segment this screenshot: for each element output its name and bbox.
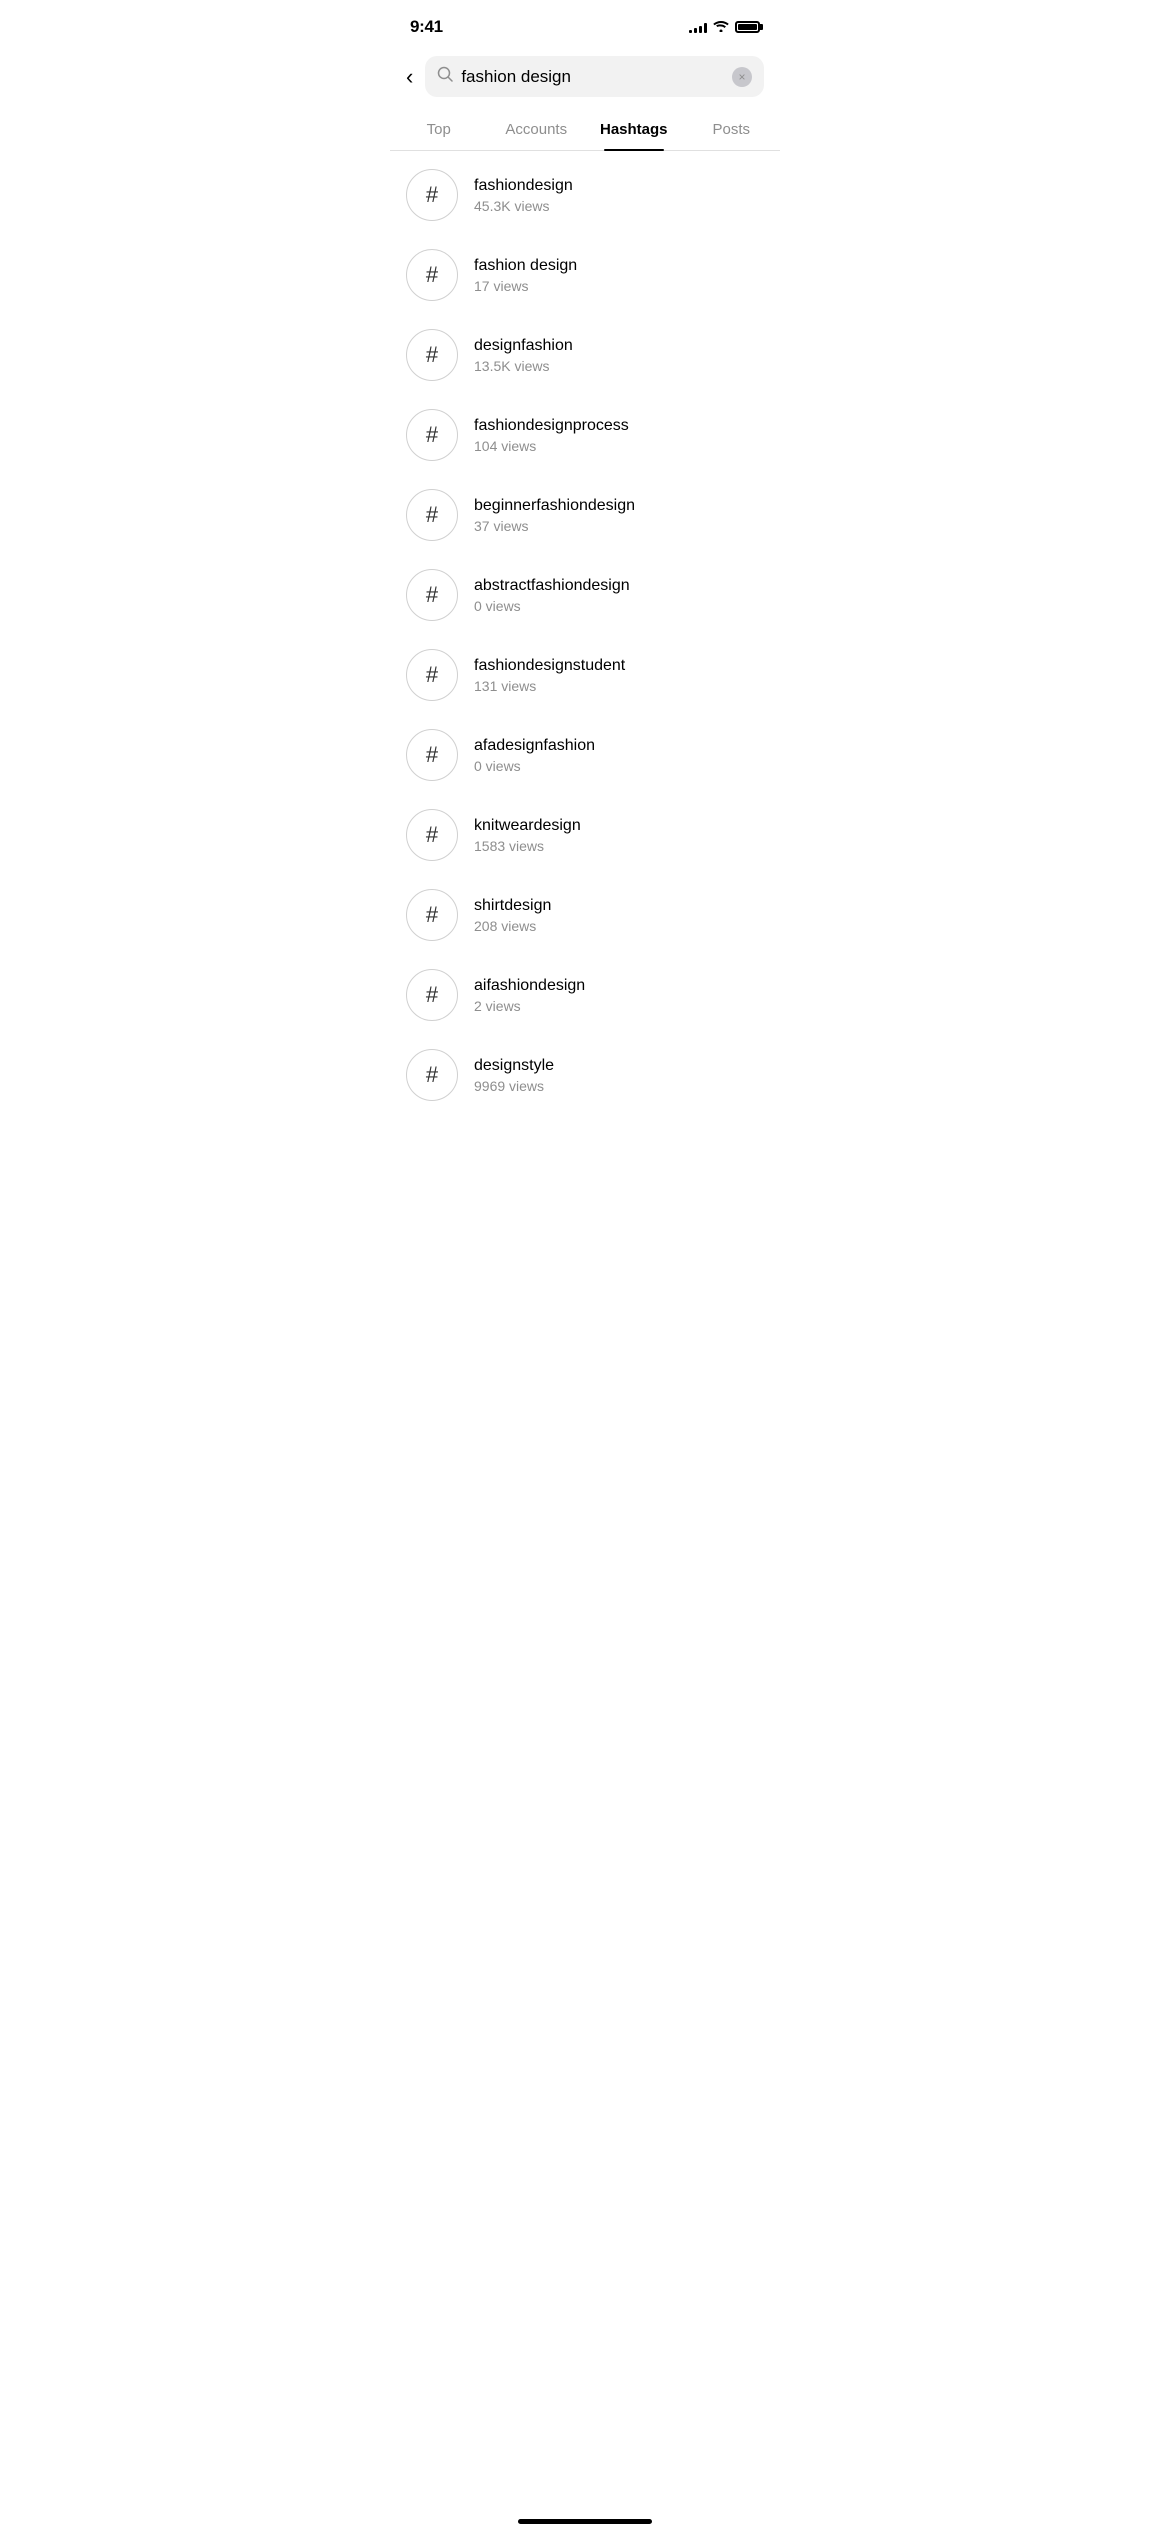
hashtag-views: 2 views	[474, 998, 764, 1014]
hashtag-item[interactable]: # shirtdesign 208 views	[390, 875, 780, 955]
hashtag-item[interactable]: # designstyle 9969 views	[390, 1035, 780, 1115]
hashtag-info: beginnerfashiondesign 37 views	[474, 497, 764, 534]
hashtag-views: 1583 views	[474, 838, 764, 854]
tab-accounts[interactable]: Accounts	[488, 109, 586, 150]
hashtag-icon: #	[406, 809, 458, 861]
status-time: 9:41	[410, 17, 443, 37]
hashtag-icon: #	[406, 169, 458, 221]
hashtag-name: aifashiondesign	[474, 977, 764, 995]
status-icons	[689, 19, 760, 35]
hashtag-info: aifashiondesign 2 views	[474, 977, 764, 1014]
hashtag-info: designfashion 13.5K views	[474, 337, 764, 374]
search-tabs: Top Accounts Hashtags Posts	[390, 109, 780, 151]
tab-posts[interactable]: Posts	[683, 109, 781, 150]
hashtag-views: 0 views	[474, 598, 764, 614]
hashtag-views: 37 views	[474, 518, 764, 534]
hashtag-item[interactable]: # beginnerfashiondesign 37 views	[390, 475, 780, 555]
hashtag-name: designfashion	[474, 337, 764, 355]
hashtag-item[interactable]: # fashiondesignstudent 131 views	[390, 635, 780, 715]
hashtag-item[interactable]: # designfashion 13.5K views	[390, 315, 780, 395]
hashtag-name: afadesignfashion	[474, 737, 764, 755]
search-container: ‹ fashion design ×	[390, 48, 780, 109]
hashtag-name: designstyle	[474, 1057, 764, 1075]
hashtag-info: afadesignfashion 0 views	[474, 737, 764, 774]
hashtag-item[interactable]: # fashiondesignprocess 104 views	[390, 395, 780, 475]
hashtag-icon: #	[406, 569, 458, 621]
hashtag-views: 131 views	[474, 678, 764, 694]
hashtag-icon: #	[406, 729, 458, 781]
hashtag-views: 208 views	[474, 918, 764, 934]
hashtag-icon: #	[406, 489, 458, 541]
hashtag-icon: #	[406, 889, 458, 941]
hashtag-views: 9969 views	[474, 1078, 764, 1094]
hashtag-name: fashiondesignstudent	[474, 657, 764, 675]
hashtag-views: 17 views	[474, 278, 764, 294]
signal-icon	[689, 21, 707, 33]
hashtag-info: designstyle 9969 views	[474, 1057, 764, 1094]
search-bar[interactable]: fashion design ×	[425, 56, 764, 97]
hashtag-icon: #	[406, 249, 458, 301]
hashtag-list: # fashiondesign 45.3K views # fashion design…	[390, 155, 780, 1115]
hashtag-item[interactable]: # fashion design 17 views	[390, 235, 780, 315]
clear-search-button[interactable]: ×	[732, 67, 752, 87]
back-button[interactable]: ‹	[406, 64, 413, 90]
hashtag-item[interactable]: # afadesignfashion 0 views	[390, 715, 780, 795]
hashtag-info: fashiondesign 45.3K views	[474, 177, 764, 214]
hashtag-icon: #	[406, 329, 458, 381]
hashtag-item[interactable]: # abstractfashiondesign 0 views	[390, 555, 780, 635]
hashtag-views: 45.3K views	[474, 198, 764, 214]
hashtag-icon: #	[406, 969, 458, 1021]
hashtag-name: knitweardesign	[474, 817, 764, 835]
hashtag-name: beginnerfashiondesign	[474, 497, 764, 515]
hashtag-views: 104 views	[474, 438, 764, 454]
hashtag-item[interactable]: # aifashiondesign 2 views	[390, 955, 780, 1035]
hashtag-icon: #	[406, 649, 458, 701]
hashtag-info: abstractfashiondesign 0 views	[474, 577, 764, 614]
hashtag-info: shirtdesign 208 views	[474, 897, 764, 934]
hashtag-name: fashiondesign	[474, 177, 764, 195]
hashtag-icon: #	[406, 1049, 458, 1101]
search-input-value[interactable]: fashion design	[461, 67, 724, 87]
hashtag-name: abstractfashiondesign	[474, 577, 764, 595]
hashtag-views: 13.5K views	[474, 358, 764, 374]
tab-hashtags[interactable]: Hashtags	[585, 109, 683, 150]
hashtag-icon: #	[406, 409, 458, 461]
hashtag-info: fashiondesignstudent 131 views	[474, 657, 764, 694]
hashtag-info: fashiondesignprocess 104 views	[474, 417, 764, 454]
home-indicator	[518, 2519, 652, 2524]
battery-icon	[735, 21, 760, 33]
tab-top[interactable]: Top	[390, 109, 488, 150]
hashtag-info: knitweardesign 1583 views	[474, 817, 764, 854]
hashtag-item[interactable]: # knitweardesign 1583 views	[390, 795, 780, 875]
hashtag-views: 0 views	[474, 758, 764, 774]
hashtag-name: fashiondesignprocess	[474, 417, 764, 435]
search-icon	[437, 66, 453, 87]
status-bar: 9:41	[390, 0, 780, 48]
hashtag-info: fashion design 17 views	[474, 257, 764, 294]
hashtag-item[interactable]: # fashiondesign 45.3K views	[390, 155, 780, 235]
hashtag-name: shirtdesign	[474, 897, 764, 915]
wifi-icon	[713, 19, 729, 35]
hashtag-name: fashion design	[474, 257, 764, 275]
